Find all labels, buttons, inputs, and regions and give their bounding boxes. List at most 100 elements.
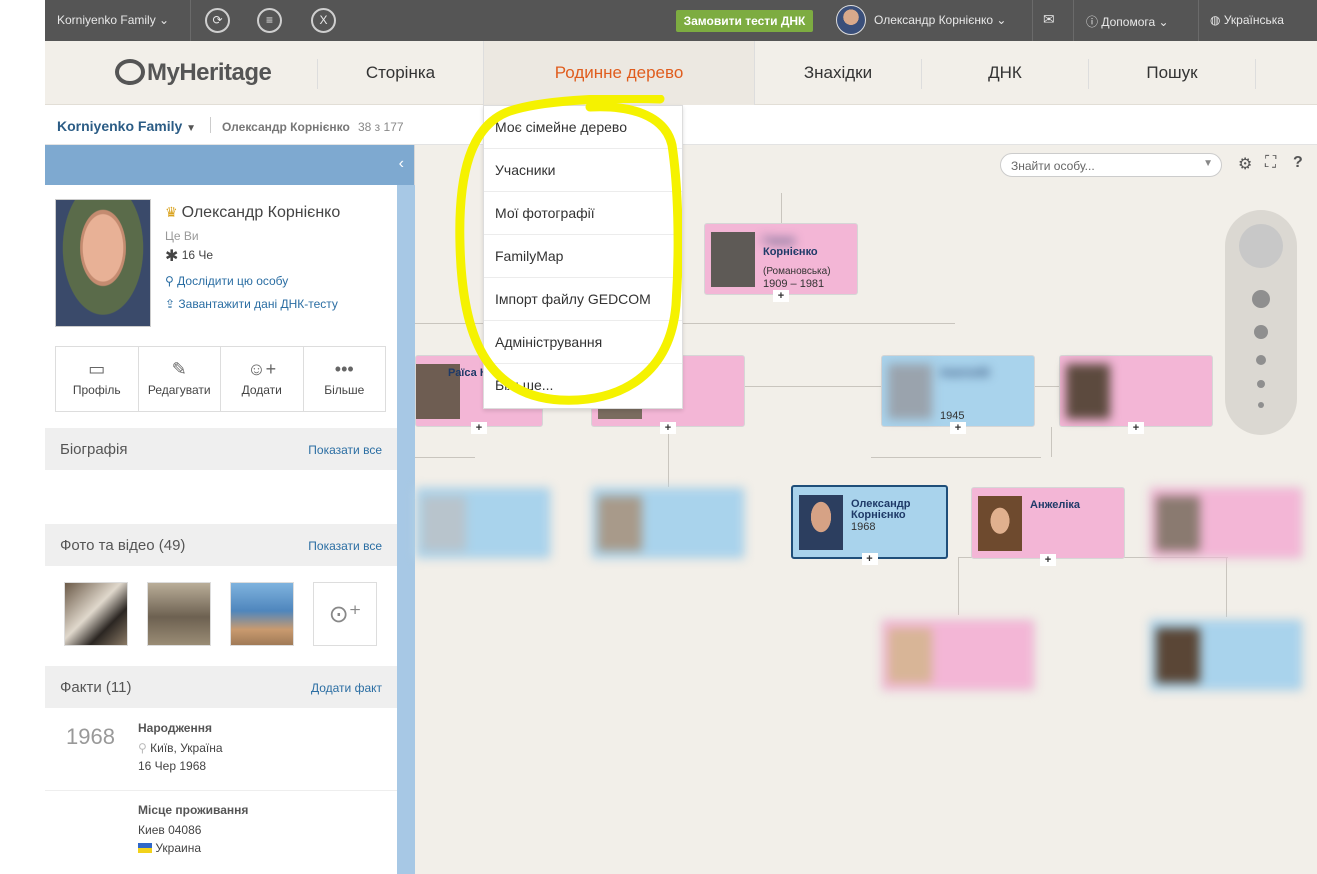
nav-discoveries[interactable]: Знахідки bbox=[755, 41, 921, 105]
dna-icon[interactable]: X bbox=[311, 8, 336, 33]
person-card[interactable]: + bbox=[1059, 355, 1213, 434]
more-button[interactable]: ••• Більше bbox=[304, 347, 386, 411]
settings-gear-icon[interactable]: ⚙ bbox=[1238, 154, 1252, 174]
person-photo bbox=[598, 496, 642, 551]
explore-link-text: Дослідити цю особу bbox=[177, 274, 289, 288]
nav-family-tree[interactable]: Родинне дерево bbox=[483, 41, 755, 105]
person-card[interactable]: Анатолій 1945 + bbox=[881, 355, 1035, 434]
zoom-level-icon[interactable] bbox=[1258, 402, 1264, 408]
zoom-level-icon[interactable] bbox=[1256, 355, 1266, 365]
photo-thumbnail[interactable] bbox=[230, 582, 294, 646]
add-relative-icon[interactable]: + bbox=[861, 553, 878, 565]
nav-page[interactable]: Сторінка bbox=[318, 41, 483, 105]
profile-button[interactable]: ▭ Профіль bbox=[56, 347, 139, 411]
upload-dna-link[interactable]: ⇪ Завантажити дані ДНК-тесту bbox=[165, 297, 338, 311]
user-name: Олександр Корнієнко bbox=[874, 13, 994, 27]
person-photo bbox=[888, 628, 932, 683]
divider bbox=[45, 790, 397, 791]
add-person-icon: ☺+ bbox=[247, 359, 277, 379]
menu-import-gedcom[interactable]: Імпорт файлу GEDCOM bbox=[484, 278, 682, 321]
zoom-level-icon[interactable] bbox=[1252, 290, 1270, 308]
sync-icon[interactable]: ⟳ bbox=[205, 8, 230, 33]
language-menu[interactable]: ◍ Українська bbox=[1210, 13, 1284, 27]
add-relative-icon[interactable]: + bbox=[1128, 422, 1144, 434]
zoom-control[interactable] bbox=[1225, 210, 1297, 435]
more-dots-icon: ••• bbox=[334, 359, 354, 379]
divider bbox=[1198, 0, 1199, 41]
order-dna-button[interactable]: Замовити тести ДНК bbox=[676, 10, 813, 32]
add-relative-icon[interactable]: + bbox=[1040, 554, 1056, 566]
person-name: Ганна Корнієнко bbox=[763, 236, 853, 258]
profile-photo[interactable] bbox=[55, 199, 151, 327]
notes-icon[interactable]: ≡ bbox=[257, 8, 282, 33]
menu-my-family-tree[interactable]: Моє сімейне дерево bbox=[484, 106, 682, 149]
blurred-text: Ганна bbox=[763, 235, 795, 247]
fullscreen-icon[interactable]: ⛶ bbox=[1265, 154, 1276, 172]
site-name: Korniyenko Family bbox=[57, 13, 156, 27]
chevron-down-icon: ▼ bbox=[1203, 158, 1213, 169]
profile-panel: ‹ ♛ Олександр Корнієнко Це Ви ✱ 16 Че ⚲ Д… bbox=[45, 145, 415, 874]
divider bbox=[1073, 0, 1074, 41]
biography-show-all[interactable]: Показати все bbox=[308, 443, 382, 457]
person-card[interactable] bbox=[591, 487, 745, 559]
pan-control-icon[interactable] bbox=[1239, 224, 1283, 268]
crown-icon: ♛ bbox=[165, 204, 178, 220]
site-switcher[interactable]: Korniyenko Family ⌄ bbox=[57, 13, 169, 27]
person-card[interactable] bbox=[415, 487, 551, 559]
nav-search[interactable]: Пошук bbox=[1089, 41, 1255, 105]
person-card[interactable] bbox=[881, 619, 1035, 691]
edit-button[interactable]: ✎ Редагувати bbox=[139, 347, 221, 411]
fact-title: Місце проживання bbox=[138, 803, 249, 817]
nav-dna[interactable]: ДНК bbox=[922, 41, 1088, 105]
zoom-level-icon[interactable] bbox=[1257, 380, 1265, 388]
menu-administration[interactable]: Адміністрування bbox=[484, 321, 682, 364]
person-card[interactable] bbox=[1149, 619, 1303, 691]
explore-person-link[interactable]: ⚲ Дослідити цю особу bbox=[165, 274, 288, 288]
language-label: Українська bbox=[1223, 13, 1284, 27]
person-card[interactable] bbox=[1149, 487, 1303, 559]
user-avatar[interactable] bbox=[836, 5, 866, 35]
profile-name: ♛ Олександр Корнієнко bbox=[165, 204, 340, 222]
person-surname: Корнієнко bbox=[763, 246, 818, 258]
menu-my-photos[interactable]: Мої фотографії bbox=[484, 192, 682, 235]
help-icon[interactable]: ? bbox=[1293, 154, 1303, 172]
menu-familymap[interactable]: FamilyMap bbox=[484, 235, 682, 278]
app-frame: Korniyenko Family ⌄ ⟳ ≡ X Замовити тести… bbox=[45, 0, 1317, 874]
add-relative-icon[interactable]: + bbox=[660, 422, 676, 434]
profile-birth-text: 16 Че bbox=[181, 248, 214, 262]
person-years: 1968 bbox=[851, 521, 876, 533]
panel-resize-handle[interactable] bbox=[397, 185, 415, 874]
person-card[interactable]: Ганна Корнієнко (Романовська) 1909 – 1981… bbox=[704, 223, 858, 302]
more-button-label: Більше bbox=[324, 383, 365, 397]
search-icon: ⚲ bbox=[165, 274, 174, 288]
family-tree-dropdown: Моє сімейне дерево Учасники Мої фотограф… bbox=[483, 105, 683, 409]
add-relative-icon[interactable]: + bbox=[950, 422, 966, 434]
add-relative-icon[interactable]: + bbox=[471, 422, 487, 434]
user-menu[interactable]: Олександр Корнієнко ⌄ bbox=[874, 13, 1006, 27]
logo[interactable]: MyHeritage bbox=[115, 59, 272, 87]
photos-show-all[interactable]: Показати все bbox=[308, 539, 382, 553]
person-years: 1909 – 1981 bbox=[763, 278, 825, 290]
person-photo bbox=[422, 496, 466, 551]
profile-button-label: Профіль bbox=[72, 383, 121, 397]
add-fact-link[interactable]: Додати факт bbox=[311, 681, 382, 695]
family-switcher[interactable]: Korniyenko Family ▼ bbox=[57, 118, 196, 134]
photo-thumbnail[interactable] bbox=[147, 582, 211, 646]
menu-members[interactable]: Учасники bbox=[484, 149, 682, 192]
ukraine-flag-icon bbox=[138, 843, 152, 853]
person-count: 38 з 177 bbox=[358, 120, 404, 134]
find-person-input[interactable]: Знайти особу... ▼ bbox=[1000, 153, 1222, 177]
selected-person-card[interactable]: Олександр Корнієнко 1968 + bbox=[791, 485, 948, 565]
mail-icon[interactable]: ✉ bbox=[1043, 11, 1055, 28]
add-photo-camera-icon[interactable]: ⊙⁺ bbox=[313, 582, 377, 646]
help-menu[interactable]: ⓘ Допомога ⌄ bbox=[1086, 13, 1169, 30]
person-name: Анатолій bbox=[940, 367, 990, 379]
zoom-level-icon[interactable] bbox=[1254, 325, 1268, 339]
profile-actions: ▭ Профіль ✎ Редагувати ☺+ Додати ••• Більше bbox=[55, 346, 386, 412]
add-relative-icon[interactable]: + bbox=[773, 290, 789, 302]
person-card[interactable]: Анжеліка + bbox=[971, 487, 1125, 566]
photo-thumbnail[interactable] bbox=[64, 582, 128, 646]
add-button[interactable]: ☺+ Додати bbox=[221, 347, 304, 411]
menu-more[interactable]: Більше... bbox=[484, 364, 682, 407]
collapse-panel-icon[interactable]: ‹ bbox=[399, 155, 404, 173]
